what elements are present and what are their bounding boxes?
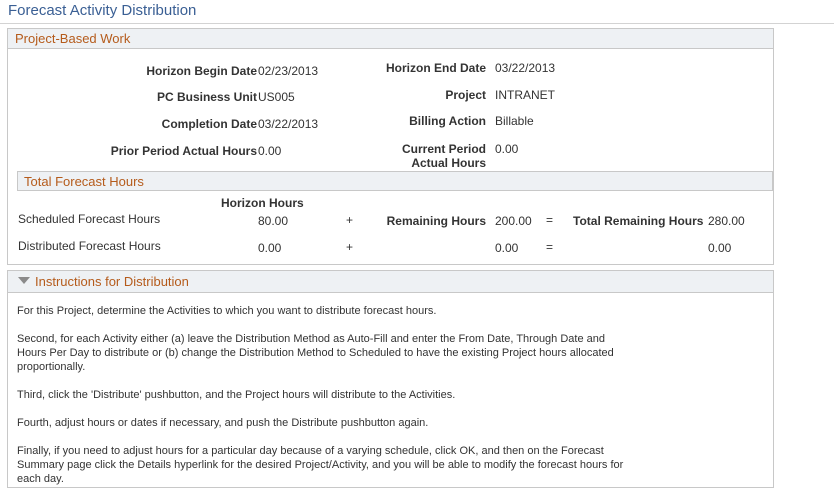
horizon-hours-column-label: Horizon Hours	[221, 196, 304, 210]
prior-period-actual-hours-value: 0.00	[258, 144, 282, 158]
instruction-paragraph-5-line-3: each day.	[17, 473, 64, 485]
scheduled-horizon-hours-value: 80.00	[258, 214, 289, 228]
instructions-header[interactable]: Instructions for Distribution	[8, 271, 773, 293]
project-based-work-header: Project-Based Work	[8, 29, 773, 49]
instruction-paragraph-2-line-1: Second, for each Activity either (a) lea…	[17, 333, 605, 345]
project-value: INTRANET	[495, 88, 555, 102]
billing-action-value: Billable	[495, 114, 534, 128]
scheduled-total-remaining-value: 280.00	[708, 214, 745, 228]
scheduled-forecast-hours-label: Scheduled Forecast Hours	[18, 212, 161, 226]
total-forecast-hours-header: Total Forecast Hours	[17, 171, 773, 191]
distributed-plus-sign: +	[346, 240, 354, 254]
current-period-label-line2: Actual Hours	[411, 156, 486, 170]
title-divider	[0, 23, 834, 24]
scheduled-plus-sign: +	[346, 213, 354, 227]
scheduled-equals-sign: =	[546, 213, 554, 227]
instructions-group: Instructions for Distribution For this P…	[7, 270, 774, 488]
pc-business-unit-value: US005	[258, 90, 295, 104]
page-title: Forecast Activity Distribution	[8, 2, 197, 19]
current-period-label-line1: Current Period	[401, 142, 486, 156]
completion-date-value: 03/22/2013	[258, 117, 319, 131]
instructions-title[interactable]: Instructions for Distribution	[35, 274, 189, 289]
prior-period-actual-hours-label: Prior Period Actual Hours	[110, 144, 257, 158]
total-forecast-hours-title: Total Forecast Hours	[24, 174, 144, 189]
instruction-paragraph-2: Second, for each Activity either (a) lea…	[17, 332, 627, 374]
project-based-work-group: Project-Based Work Horizon Begin Date 02…	[7, 28, 774, 265]
instruction-paragraph-1: For this Project, determine the Activiti…	[17, 305, 437, 317]
distributed-forecast-hours-label: Distributed Forecast Hours	[18, 239, 161, 253]
total-remaining-hours-label: Total Remaining Hours	[573, 214, 704, 228]
horizon-end-date-label: Horizon End Date	[385, 61, 486, 75]
remaining-hours-label: Remaining Hours	[386, 214, 486, 228]
horizon-begin-date-value: 02/23/2013	[258, 64, 319, 78]
horizon-end-date-value: 03/22/2013	[495, 61, 556, 75]
scheduled-remaining-hours-value: 200.00	[495, 214, 532, 228]
instruction-paragraph-2-line-3: proportionally.	[17, 361, 86, 373]
distributed-total-remaining-value: 0.00	[708, 241, 732, 255]
billing-action-label: Billing Action	[409, 114, 486, 128]
instruction-paragraph-5: Finally, if you need to adjust hours for…	[17, 444, 627, 486]
distributed-remaining-hours-value: 0.00	[495, 241, 519, 255]
instruction-paragraph-2-line-2: Hours Per Day to distribute or (b) chang…	[17, 347, 614, 359]
project-label: Project	[445, 88, 486, 102]
instruction-paragraph-5-line-1: Finally, if you need to adjust hours for…	[17, 445, 604, 457]
current-period-actual-hours-label: Current Period Actual Hours	[402, 142, 486, 170]
completion-date-label: Completion Date	[161, 117, 257, 131]
instruction-paragraph-4: Fourth, adjust hours or dates if necessa…	[17, 417, 429, 429]
current-period-actual-hours-value: 0.00	[495, 142, 519, 156]
distributed-equals-sign: =	[546, 240, 554, 254]
pc-business-unit-label: PC Business Unit	[156, 90, 257, 104]
distributed-horizon-hours-value: 0.00	[258, 241, 282, 255]
collapse-triangle-icon[interactable]	[18, 277, 30, 284]
instruction-paragraph-5-line-2: Summary page click the Details hyperlink…	[17, 459, 624, 471]
project-based-work-title: Project-Based Work	[15, 31, 131, 46]
horizon-begin-date-label: Horizon Begin Date	[146, 64, 257, 78]
instruction-paragraph-3: Third, click the 'Distribute' pushbutton…	[17, 389, 456, 401]
